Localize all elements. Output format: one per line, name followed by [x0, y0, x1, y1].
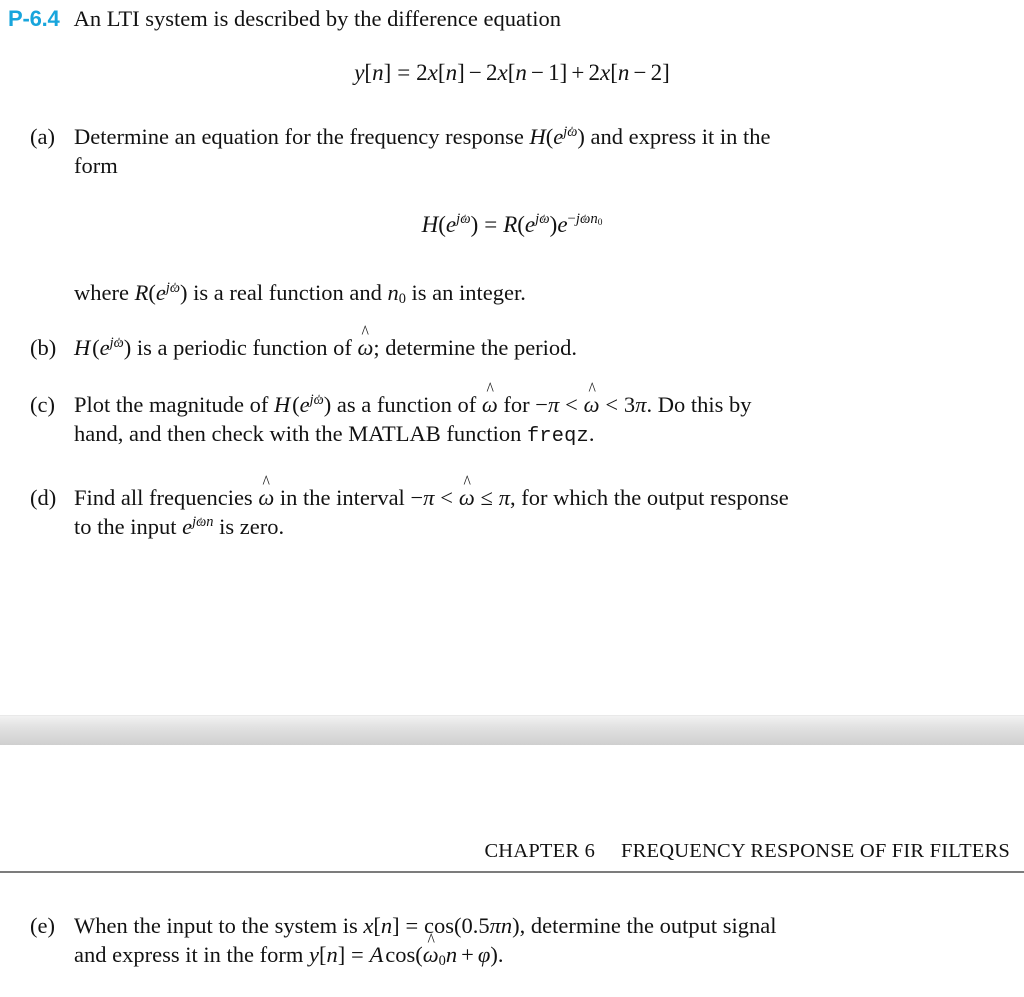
- part-c-seg4: . Do this by: [646, 392, 752, 417]
- part-e-body: When the input to the system is x[n] = cos…: [74, 911, 1006, 970]
- part-b: (b) H (ejω) is a periodic function of ω;…: [30, 333, 1006, 362]
- running-head-chapter: CHAPTER 6: [484, 840, 596, 862]
- part-e-line2: and express it in the form y[n]=A cos(ω0…: [74, 940, 1006, 969]
- problem-statement: An LTI system is described by the differ…: [73, 6, 561, 31]
- running-head-title: FREQUENCY RESPONSE OF FIR FILTERS: [621, 840, 1010, 862]
- page-bottom-section: CHAPTER 6 FREQUENCY RESPONSE OF FIR FILTE…: [0, 745, 1024, 997]
- part-d-seg2: in the interval: [274, 485, 411, 510]
- part-c-seg1: Plot the magnitude of: [74, 392, 274, 417]
- part-a-line2: form: [74, 153, 118, 179]
- part-e-seg1: When the input to the system is: [74, 913, 364, 938]
- problem-heading: P-6.4 An LTI system is described by the d…: [8, 6, 1016, 32]
- part-c-line2: hand, and then check with the MATLAB fun…: [74, 419, 1006, 450]
- part-e-line2-seg2: .: [497, 942, 504, 968]
- part-c-body: Plot the magnitude of H (ejω) as a funct…: [74, 390, 1006, 451]
- part-b-marker: (b): [30, 335, 57, 360]
- running-head-rule: [0, 871, 1024, 873]
- part-d: (d) Find all frequencies ω in the interv…: [30, 483, 1006, 542]
- part-a-lead: Determine an equation for the frequency …: [74, 124, 530, 149]
- part-e: (e) When the input to the system is x[n]…: [30, 911, 1006, 970]
- part-a-body: Determine an equation for the frequency …: [74, 122, 1006, 181]
- part-d-marker: (d): [30, 485, 57, 510]
- part-d-seg1: Find all frequencies: [74, 485, 259, 510]
- part-d-body: Find all frequencies ω in the interval −…: [74, 483, 1006, 542]
- part-a: (a) Determine an equation for the freque…: [30, 122, 1006, 181]
- part-a-marker: (a): [30, 124, 55, 149]
- problem-number: P-6.4: [8, 6, 60, 31]
- where-lead: where: [74, 280, 135, 305]
- part-e-line2-seg1: and express it in the form: [74, 942, 309, 968]
- part-b-body: H (ejω) is a periodic function of ω; det…: [74, 333, 1006, 362]
- part-d-line2: to the input ejωn is zero.: [74, 513, 285, 540]
- part-c: (c) Plot the magnitude of H (ejω) as a f…: [30, 390, 1006, 451]
- matlab-function-name: freqz: [527, 425, 589, 449]
- part-d-seg3: , for which the output response: [510, 485, 789, 510]
- part-d-line2-seg2: is zero.: [213, 514, 285, 540]
- part-c-line2-seg2: .: [588, 421, 595, 447]
- part-d-line2-seg1: to the input: [74, 514, 183, 540]
- where-mid: is a real function and: [187, 280, 388, 305]
- part-a-where-line: where R(ejω) is a real function and n0 i…: [74, 279, 526, 308]
- part-b-tail: is a periodic function of: [131, 335, 358, 360]
- part-e-seg2: , determine the output signal: [519, 913, 777, 938]
- part-a-tail: and express it in the: [584, 124, 771, 149]
- part-c-marker: (c): [30, 392, 55, 417]
- difference-equation: y[n] = 2x[n] −2x[n −1] +2x[n −2]: [354, 60, 670, 85]
- page-top-section: P-6.4 An LTI system is described by the d…: [0, 0, 1024, 715]
- part-c-line2-seg1: hand, and then check with the MATLAB fun…: [74, 421, 528, 447]
- page-break-band: [0, 715, 1024, 745]
- inline-H-of-exp-a: H: [529, 124, 546, 149]
- running-head: CHAPTER 6 FREQUENCY RESPONSE OF FIR FILTE…: [0, 840, 1010, 863]
- part-c-seg2: as a function of: [331, 392, 482, 417]
- frequency-response-equation: H(ejω) = R(ejω)e−jωn0: [421, 211, 603, 237]
- part-e-marker: (e): [30, 913, 55, 938]
- part-c-seg3: for: [497, 392, 536, 417]
- where-tail: is an integer.: [405, 280, 526, 305]
